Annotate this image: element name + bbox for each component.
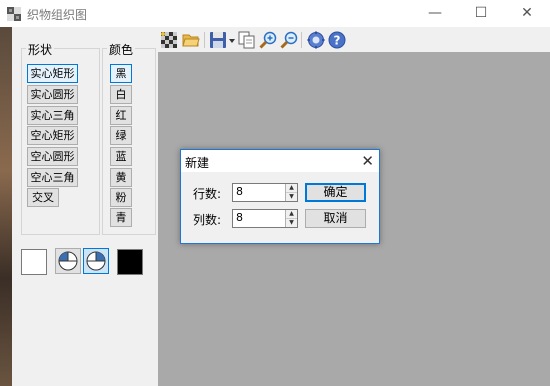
rows-spin-buttons[interactable]: ▲ ▼ xyxy=(285,184,297,201)
settings-icon[interactable] xyxy=(307,31,325,49)
shape-button-hollow-triangle[interactable]: 空心三角 xyxy=(27,168,78,187)
toolbar-separator xyxy=(204,32,205,48)
cols-value[interactable]: 8 xyxy=(236,211,243,224)
title-bar: 织物组织图 — ☐ ✕ xyxy=(0,0,550,27)
shape-button-cross[interactable]: 交叉 xyxy=(27,188,59,207)
rows-down-arrow-icon[interactable]: ▼ xyxy=(286,193,297,201)
zoom-in-icon[interactable] xyxy=(259,31,277,49)
dialog-title-bar: 新建 ✕ xyxy=(181,150,379,172)
window-title: 织物组织图 xyxy=(27,8,88,22)
dropdown-arrow-icon[interactable] xyxy=(228,31,236,49)
shape-button-hollow-circle[interactable]: 空心圆形 xyxy=(27,147,78,166)
svg-text:?: ? xyxy=(334,34,341,48)
color-button-cyan[interactable]: 青 xyxy=(110,208,132,227)
background-strip xyxy=(0,27,12,386)
ok-button[interactable]: 确定 xyxy=(305,183,366,202)
zoom-out-icon[interactable] xyxy=(280,31,298,49)
rows-label: 行数: xyxy=(193,187,222,201)
close-window-button[interactable]: ✕ xyxy=(504,0,550,27)
shapes-group-label: 形状 xyxy=(26,41,55,58)
cols-spin-buttons[interactable]: ▲ ▼ xyxy=(285,210,297,227)
shape-button-solid-circle[interactable]: 实心圆形 xyxy=(27,85,78,104)
color-button-black[interactable]: 黑 xyxy=(110,64,132,83)
open-folder-icon[interactable] xyxy=(182,31,200,49)
cancel-button[interactable]: 取消 xyxy=(305,209,366,228)
color-button-white[interactable]: 白 xyxy=(110,85,132,104)
rows-up-arrow-icon[interactable]: ▲ xyxy=(286,184,297,193)
colors-group-label: 颜色 xyxy=(107,41,136,58)
toolbar-separator xyxy=(301,32,302,48)
cols-label: 列数: xyxy=(193,213,222,227)
minimize-button[interactable]: — xyxy=(412,0,458,27)
app-grid-icon xyxy=(7,7,21,21)
maximize-button[interactable]: ☐ xyxy=(458,0,504,27)
rows-spinbox[interactable]: 8 ▲ ▼ xyxy=(232,183,298,202)
save-icon[interactable] xyxy=(209,31,227,49)
copy-icon[interactable] xyxy=(238,31,256,49)
rows-value[interactable]: 8 xyxy=(236,185,243,198)
help-icon[interactable]: ? xyxy=(328,31,346,49)
shape-button-hollow-rect[interactable]: 空心矩形 xyxy=(27,126,78,145)
mode-toggle-left-icon[interactable] xyxy=(55,248,81,274)
color-button-green[interactable]: 绿 xyxy=(110,126,132,145)
cols-spinbox[interactable]: 8 ▲ ▼ xyxy=(232,209,298,228)
cols-down-arrow-icon[interactable]: ▼ xyxy=(286,219,297,227)
mode-toggle-right-icon[interactable] xyxy=(83,248,109,274)
new-dialog: 新建 ✕ 行数: 8 ▲ ▼ 确定 列数: 8 ▲ ▼ 取消 xyxy=(180,149,380,244)
main-window: 织物组织图 — ☐ ✕ 形状 颜色 实心矩形 实心圆形 实心三角 空心矩形 空心… xyxy=(0,0,550,386)
foreground-color-swatch[interactable] xyxy=(117,249,143,275)
dialog-close-button[interactable]: ✕ xyxy=(361,150,374,172)
color-button-red[interactable]: 红 xyxy=(110,106,132,125)
grid-icon[interactable] xyxy=(160,31,178,49)
shape-button-solid-triangle[interactable]: 实心三角 xyxy=(27,106,78,125)
shape-button-solid-rect[interactable]: 实心矩形 xyxy=(27,64,78,83)
dialog-title: 新建 xyxy=(185,156,210,170)
color-button-pink[interactable]: 粉 xyxy=(110,188,132,207)
color-button-yellow[interactable]: 黄 xyxy=(110,168,132,187)
toolbar: ? xyxy=(158,27,550,52)
background-color-swatch[interactable] xyxy=(21,249,47,275)
cols-up-arrow-icon[interactable]: ▲ xyxy=(286,210,297,219)
color-button-blue[interactable]: 蓝 xyxy=(110,147,132,166)
